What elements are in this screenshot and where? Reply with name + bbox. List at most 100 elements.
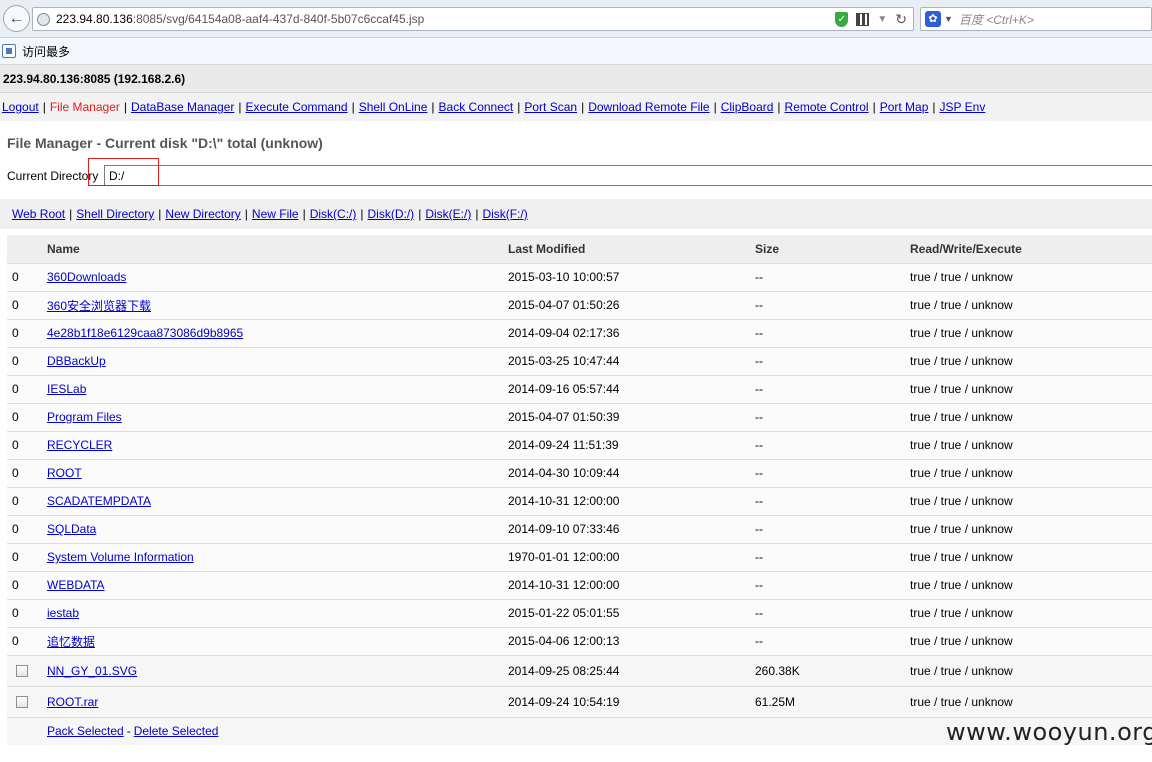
directory-link[interactable]: WEBDATA: [47, 578, 105, 592]
quick-link-separator: |: [475, 207, 479, 221]
file-size: 260.38K: [755, 654, 910, 686]
dir-rwx: true / true / unknow: [910, 374, 1152, 403]
directory-link[interactable]: 360安全浏览器下载: [47, 299, 151, 313]
nav-link-jsp-env[interactable]: JSP Env: [940, 100, 986, 114]
nav-link-logout[interactable]: Logout: [2, 100, 39, 114]
directory-link[interactable]: Program Files: [47, 410, 122, 424]
table-header-row: Name Last Modified Size Read/Write/Execu…: [7, 235, 1152, 263]
directory-link[interactable]: 360Downloads: [47, 270, 126, 284]
nav-link-back-connect[interactable]: Back Connect: [439, 100, 514, 114]
file-select-cell: [7, 685, 47, 717]
directory-row: 0 SCADATEMPDATA 2014-10-31 12:00:00 -- true …: [7, 486, 1152, 515]
dir-count: 0: [7, 626, 47, 655]
nav-link-port-scan[interactable]: Port Scan: [524, 100, 577, 114]
file-link[interactable]: NN_GY_01.SVG: [47, 664, 137, 678]
file-select-cell: [7, 654, 47, 686]
file-name-cell: NN_GY_01.SVG: [47, 654, 508, 686]
file-name-cell: ROOT.rar: [47, 685, 508, 717]
col-header-select: [7, 235, 47, 263]
dir-name-cell: 360安全浏览器下载: [47, 290, 508, 319]
directory-link[interactable]: 追忆数据: [47, 635, 95, 649]
file-row: NN_GY_01.SVG 2014-09-25 08:25:44 260.38K tr…: [7, 654, 1152, 686]
dir-size: --: [755, 626, 910, 655]
dir-name-cell: System Volume Information: [47, 542, 508, 571]
nav-link-database-manager[interactable]: DataBase Manager: [131, 100, 234, 114]
nav-separator: |: [123, 100, 127, 114]
dir-rwx: true / true / unknow: [910, 598, 1152, 627]
url-text: 223.94.80.136:8085/svg/64154a08-aaf4-437…: [56, 12, 425, 26]
current-directory-input[interactable]: [104, 165, 1152, 186]
dir-modified: 2014-10-31 12:00:00: [508, 486, 755, 515]
file-checkbox[interactable]: [16, 696, 28, 709]
delete-selected-link[interactable]: Delete Selected: [134, 724, 219, 738]
directory-link[interactable]: IESLab: [47, 382, 86, 396]
nav-separator: |: [238, 100, 242, 114]
dir-modified: 2015-04-06 12:00:13: [508, 626, 755, 655]
back-arrow-icon[interactable]: ←: [3, 5, 30, 32]
dir-count: 0: [7, 570, 47, 599]
quick-link-separator: |: [158, 207, 162, 221]
dir-count: 0: [7, 486, 47, 515]
file-rwx: true / true / unknow: [910, 654, 1152, 686]
directory-link[interactable]: DBBackUp: [47, 354, 106, 368]
dir-size: --: [755, 318, 910, 347]
dir-modified: 2015-03-10 10:00:57: [508, 262, 755, 291]
search-bar[interactable]: ✿ ▼ 百度 <Ctrl+K>: [920, 7, 1152, 31]
nav-link-clipboard[interactable]: ClipBoard: [721, 100, 774, 114]
bookmark-most-visited[interactable]: 访问最多: [22, 43, 70, 60]
address-bar[interactable]: 223.94.80.136:8085/svg/64154a08-aaf4-437…: [32, 7, 914, 31]
dir-modified: 2015-04-07 01:50:26: [508, 290, 755, 319]
dir-size: --: [755, 486, 910, 515]
dir-rwx: true / true / unknow: [910, 290, 1152, 319]
quick-link-web-root[interactable]: Web Root: [12, 207, 65, 221]
directory-link[interactable]: ROOT: [47, 466, 82, 480]
dir-modified: 1970-01-01 12:00:00: [508, 542, 755, 571]
shield-icon[interactable]: ✓: [835, 12, 849, 27]
qr-code-icon[interactable]: [856, 13, 870, 26]
dir-count: 0: [7, 262, 47, 291]
directory-link[interactable]: 4e28b1f18e6129caa873086d9b8965: [47, 326, 243, 340]
quick-link-new-directory[interactable]: New Directory: [165, 207, 240, 221]
directory-link[interactable]: SQLData: [47, 522, 96, 536]
nav-link-file-manager[interactable]: File Manager: [50, 100, 120, 114]
quick-link-disk-e[interactable]: Disk(E:/): [425, 207, 471, 221]
directory-row: 0 Program Files 2015-04-07 01:50:39 -- true …: [7, 402, 1152, 431]
directory-link[interactable]: SCADATEMPDATA: [47, 494, 151, 508]
directory-link[interactable]: RECYCLER: [47, 438, 112, 452]
dir-modified: 2015-03-25 10:47:44: [508, 346, 755, 375]
quick-link-disk-c[interactable]: Disk(C:/): [310, 207, 357, 221]
dir-count: 0: [7, 374, 47, 403]
quick-link-new-file[interactable]: New File: [252, 207, 299, 221]
search-engine-dropdown-icon[interactable]: ▼: [944, 14, 953, 24]
nav-link-shell-online[interactable]: Shell OnLine: [359, 100, 428, 114]
pack-selected-link[interactable]: Pack Selected: [47, 724, 124, 738]
file-link[interactable]: ROOT.rar: [47, 695, 98, 709]
quick-link-disk-d[interactable]: Disk(D:/): [368, 207, 415, 221]
nav-separator: |: [517, 100, 521, 114]
col-header-rwx: Read/Write/Execute: [910, 235, 1152, 263]
quick-link-disk-f[interactable]: Disk(F:/): [482, 207, 527, 221]
col-header-size: Size: [755, 235, 910, 263]
dir-rwx: true / true / unknow: [910, 626, 1152, 655]
dir-count: 0: [7, 430, 47, 459]
baidu-paw-icon[interactable]: ✿: [925, 11, 941, 27]
dir-name-cell: SQLData: [47, 514, 508, 543]
dir-rwx: true / true / unknow: [910, 458, 1152, 487]
nav-link-port-map[interactable]: Port Map: [880, 100, 929, 114]
main-nav: Logout | File Manager | DataBase Manager | Exe…: [0, 93, 1152, 121]
nav-separator: |: [351, 100, 355, 114]
quick-link-shell-directory[interactable]: Shell Directory: [76, 207, 154, 221]
file-table: Name Last Modified Size Read/Write/Execu…: [7, 235, 1152, 745]
current-directory-label: Current Directory: [7, 169, 99, 183]
dropdown-triangle-icon[interactable]: ▼: [877, 14, 887, 25]
directory-link[interactable]: System Volume Information: [47, 550, 194, 564]
directory-row: 0 ROOT 2014-04-30 10:09:44 -- true / true / …: [7, 458, 1152, 487]
dir-name-cell: Program Files: [47, 402, 508, 431]
reload-icon[interactable]: ↻: [895, 11, 907, 28]
nav-link-download-remote-file[interactable]: Download Remote File: [588, 100, 709, 114]
nav-link-remote-control[interactable]: Remote Control: [785, 100, 869, 114]
nav-link-execute-command[interactable]: Execute Command: [246, 100, 348, 114]
directory-link[interactable]: iestab: [47, 606, 79, 620]
directory-row: 0 RECYCLER 2014-09-24 11:51:39 -- true / tru…: [7, 430, 1152, 459]
file-checkbox[interactable]: [16, 665, 28, 678]
